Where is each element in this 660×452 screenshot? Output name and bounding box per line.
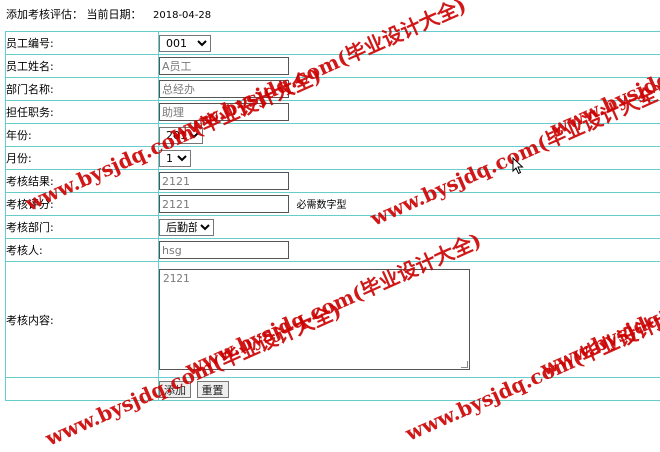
position-input[interactable] <box>159 103 289 121</box>
score-input[interactable] <box>159 195 289 213</box>
add-button[interactable]: 添加 <box>159 380 191 398</box>
page-header: 添加考核评估： 当前日期： 2018-04-28 <box>6 7 211 23</box>
result-input[interactable] <box>159 172 289 190</box>
page-title: 添加考核评估： <box>6 8 83 21</box>
position-label: 担任职务: <box>5 100 159 124</box>
assessment-form: 员工编号: 001 员工姓名: 部门名称: 担任职务: 年份: 2018 月份:… <box>5 31 660 401</box>
score-label: 考核评分: <box>5 192 159 216</box>
reset-button[interactable]: 重置 <box>196 380 229 398</box>
employee-id-select[interactable]: 001 <box>159 34 211 52</box>
employee-name-label: 员工姓名: <box>5 54 159 78</box>
date-label: 当前日期： <box>86 8 142 21</box>
result-label: 考核结果: <box>5 169 159 193</box>
employee-id-label: 员工编号: <box>5 31 159 55</box>
mouse-cursor-icon <box>512 157 524 175</box>
month-select[interactable]: 1 <box>159 149 191 167</box>
year-select[interactable]: 2018 <box>159 126 203 144</box>
date-value: 2018-04-28 <box>153 10 212 21</box>
button-row-spacer <box>5 377 159 401</box>
month-label: 月份: <box>5 146 159 170</box>
score-note: 必需数字型 <box>296 199 347 211</box>
department-label: 部门名称: <box>5 77 159 101</box>
assess-dept-select[interactable]: 后勤部 <box>159 218 214 236</box>
resize-grip-icon[interactable] <box>461 361 468 368</box>
assess-dept-label: 考核部门: <box>5 215 159 239</box>
department-input[interactable] <box>159 80 289 98</box>
assessor-input[interactable] <box>159 241 289 259</box>
content-wrapper: 2121 <box>159 269 470 370</box>
content-label: 考核内容: <box>5 261 159 378</box>
content-textarea[interactable]: 2121 <box>159 269 470 370</box>
employee-name-input[interactable] <box>159 57 289 75</box>
year-label: 年份: <box>5 123 159 147</box>
assessor-label: 考核人: <box>5 238 159 262</box>
